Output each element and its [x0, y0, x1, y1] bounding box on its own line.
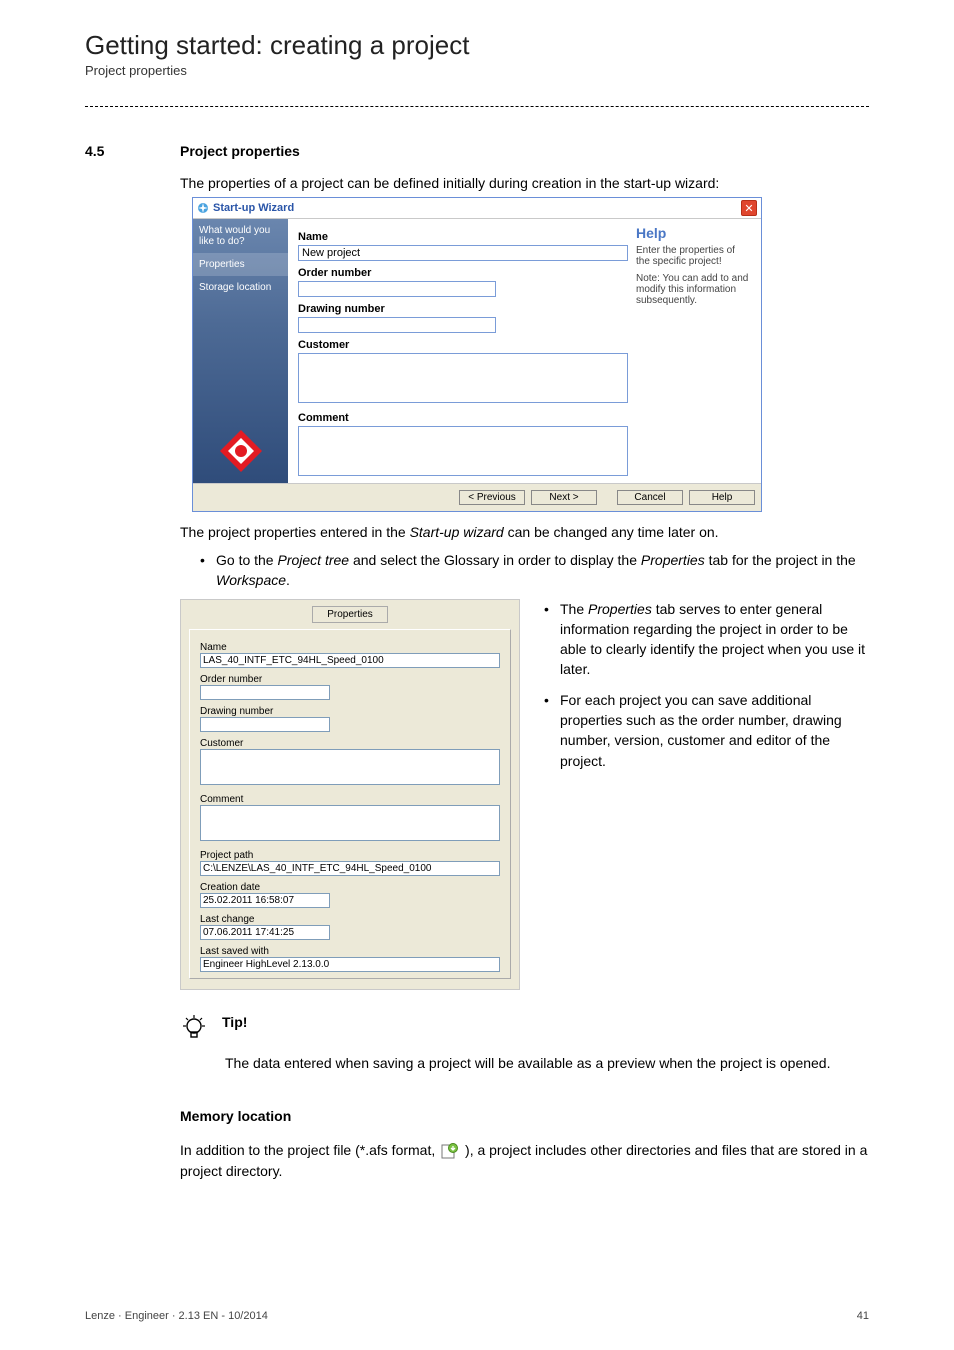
- startup-wizard-window: Start-up Wizard ✕ What would you like to…: [192, 197, 762, 512]
- memory-location-text: In addition to the project file (*.afs f…: [180, 1140, 869, 1182]
- panel-path-input[interactable]: [200, 861, 500, 876]
- panel-order-label: Order number: [200, 674, 500, 685]
- footer-left: Lenze · Engineer · 2.13 EN - 10/2014: [85, 1310, 268, 1322]
- close-icon[interactable]: ✕: [741, 200, 757, 216]
- right-bullet-additional-props: For each project you can save additional…: [544, 690, 869, 771]
- bullet-goto-project-tree: Go to the Project tree and select the Gl…: [200, 550, 869, 591]
- memory-location-title: Memory location: [180, 1108, 869, 1124]
- wizard-comment-label: Comment: [298, 412, 628, 424]
- wizard-help-line1: Enter the properties of the specific pro…: [636, 245, 751, 267]
- panel-customer-label: Customer: [200, 738, 500, 749]
- wizard-drawing-label: Drawing number: [298, 303, 628, 315]
- text-fragment: .: [286, 572, 290, 588]
- panel-comment-label: Comment: [200, 794, 500, 805]
- panel-saved-label: Last saved with: [200, 946, 500, 957]
- panel-change-input[interactable]: [200, 925, 330, 940]
- text-fragment: Properties: [588, 601, 652, 617]
- panel-change-label: Last change: [200, 914, 500, 925]
- panel-creation-label: Creation date: [200, 882, 500, 893]
- wizard-step-properties[interactable]: Properties: [193, 253, 288, 276]
- wizard-customer-label: Customer: [298, 339, 628, 351]
- panel-name-label: Name: [200, 642, 500, 653]
- wizard-logo-icon: [218, 428, 264, 477]
- wizard-comment-input[interactable]: [298, 426, 628, 476]
- wizard-titlebar: Start-up Wizard ✕: [193, 198, 761, 219]
- previous-button[interactable]: < Previous: [459, 490, 525, 505]
- text-fragment: In addition to the project file (*.afs f…: [180, 1142, 439, 1158]
- tip-text: The data entered when saving a project w…: [225, 1053, 869, 1074]
- page-heading: Getting started: creating a project: [85, 30, 869, 61]
- wizard-help-title: Help: [636, 225, 751, 241]
- wizard-step-storage[interactable]: Storage location: [193, 276, 288, 299]
- text-fragment: and select the Glossary in order to disp…: [349, 552, 641, 568]
- wizard-step-what[interactable]: What would you like to do?: [193, 219, 288, 253]
- wizard-help-panel: Help Enter the properties of the specifi…: [636, 225, 751, 479]
- text-fragment: Workspace: [216, 572, 286, 588]
- panel-saved-input[interactable]: [200, 957, 500, 972]
- wizard-name-input[interactable]: [298, 245, 628, 261]
- next-button[interactable]: Next >: [531, 490, 597, 505]
- help-button[interactable]: Help: [689, 490, 755, 505]
- panel-drawing-input[interactable]: [200, 717, 330, 732]
- panel-path-label: Project path: [200, 850, 500, 861]
- page-subheading: Project properties: [85, 63, 869, 78]
- section-title: Project properties: [180, 143, 300, 159]
- footer-page-number: 41: [857, 1310, 869, 1322]
- text-fragment: Project tree: [277, 552, 349, 568]
- text-fragment: Properties: [641, 552, 705, 568]
- text-fragment: The: [560, 601, 588, 617]
- wizard-order-label: Order number: [298, 267, 628, 279]
- properties-panel: Properties Name Order number Drawing num…: [180, 599, 520, 990]
- panel-name-input[interactable]: [200, 653, 500, 668]
- wizard-order-input[interactable]: [298, 281, 496, 297]
- panel-drawing-label: Drawing number: [200, 706, 500, 717]
- section-intro: The properties of a project can be defin…: [180, 175, 869, 191]
- panel-order-input[interactable]: [200, 685, 330, 700]
- wizard-app-icon: [197, 202, 209, 214]
- lightbulb-icon: [180, 1014, 208, 1047]
- wizard-drawing-input[interactable]: [298, 317, 496, 333]
- panel-comment-input[interactable]: [200, 805, 500, 841]
- panel-creation-input[interactable]: [200, 893, 330, 908]
- tab-properties[interactable]: Properties: [312, 606, 388, 623]
- text-fragment: Go to the: [216, 552, 277, 568]
- divider: [85, 106, 869, 107]
- wizard-form: Name Order number Drawing number Custome…: [298, 225, 628, 479]
- after-wizard-text: The project properties entered in the St…: [180, 524, 869, 540]
- panel-customer-input[interactable]: [200, 749, 500, 785]
- cancel-button[interactable]: Cancel: [617, 490, 683, 505]
- tip-title: Tip!: [222, 1014, 247, 1047]
- wizard-title-text: Start-up Wizard: [213, 202, 294, 214]
- text-fragment: tab for the project in the: [705, 552, 856, 568]
- wizard-name-label: Name: [298, 231, 628, 243]
- afs-file-icon: [441, 1143, 459, 1159]
- right-bullet-properties-tab: The Properties tab serves to enter gener…: [544, 599, 869, 680]
- wizard-title: Start-up Wizard: [197, 202, 294, 214]
- section-number: 4.5: [85, 143, 180, 159]
- wizard-help-line2: Note: You can add to and modify this inf…: [636, 273, 751, 306]
- wizard-customer-input[interactable]: [298, 353, 628, 403]
- wizard-sidebar: What would you like to do? Properties St…: [193, 219, 288, 483]
